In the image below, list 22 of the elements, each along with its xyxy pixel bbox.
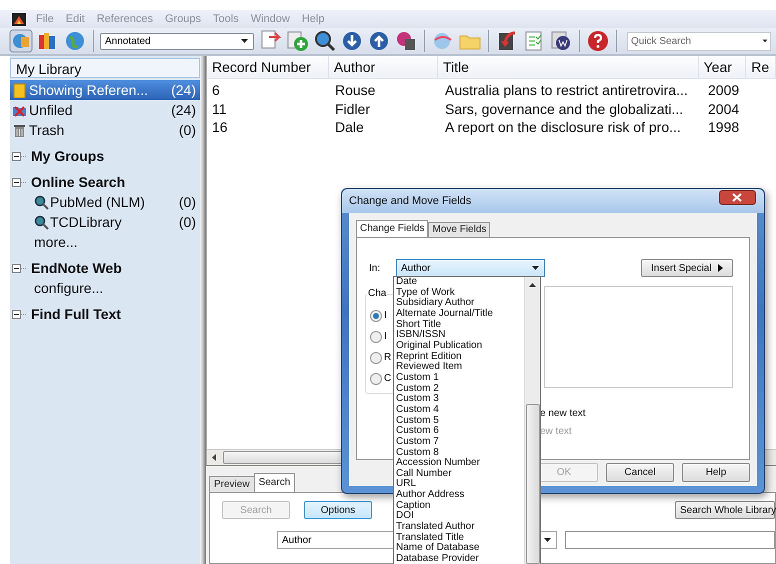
table-cell-text: 6 bbox=[211, 81, 221, 100]
table-cell-text: 16 bbox=[211, 118, 229, 136]
style-value: Annotated bbox=[105, 36, 151, 46]
in-value: Author bbox=[401, 262, 430, 274]
dialog-title: Change and Move Fields bbox=[349, 195, 472, 207]
table-cell-text: 1998 bbox=[707, 118, 740, 136]
group-label: Cha bbox=[367, 288, 388, 299]
table-cell-text: Rouse bbox=[334, 81, 376, 100]
table-cell-text: 2004 bbox=[707, 100, 740, 118]
table-cell-text: 2009 bbox=[707, 81, 740, 100]
table-cell-text: 11 bbox=[211, 100, 228, 118]
radio-label: R bbox=[384, 352, 392, 363]
table-cell-text: A report on the disclosure risk of pro... bbox=[444, 118, 682, 136]
table-cell-text: Fidler bbox=[334, 100, 372, 118]
table-cell-text: Sars, governance and the globalizati... bbox=[444, 100, 684, 118]
field-value: Author bbox=[282, 534, 312, 546]
in-label: In: bbox=[369, 262, 382, 274]
table-cell-text: Dale bbox=[334, 118, 365, 136]
radio-label: C bbox=[384, 373, 392, 384]
radio-label: I bbox=[384, 331, 387, 342]
table-cell-text: Australia plans to restrict antiretrovira... bbox=[444, 81, 689, 100]
radio-label: I bbox=[384, 310, 387, 321]
